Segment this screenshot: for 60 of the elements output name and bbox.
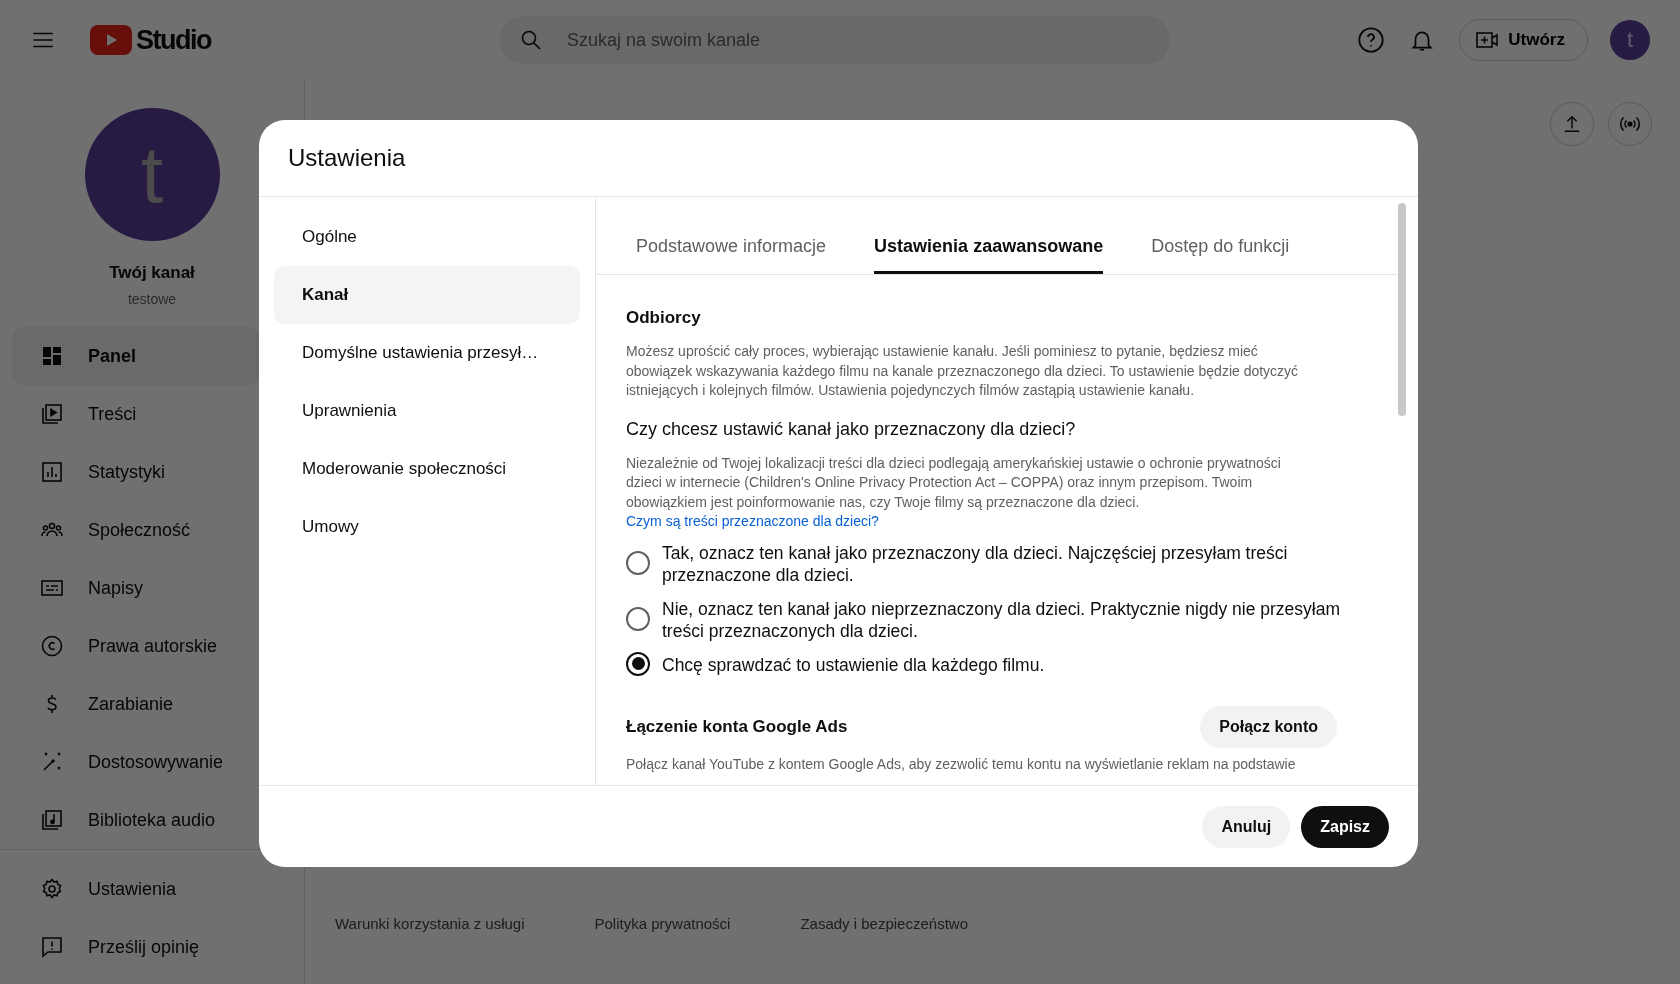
search-icon [519, 28, 543, 52]
tab[interactable]: Podstawowe informacje [636, 235, 827, 274]
feedback-icon [40, 935, 64, 959]
settings-nav-item[interactable]: Moderowanie społeczności [274, 440, 580, 498]
sidebar-item[interactable]: Dostosowywanie [12, 733, 260, 791]
sidebar-item[interactable]: Prześlij opinię [12, 918, 260, 976]
radio-label: Chcę sprawdzać to ustawienie dla każdego filmu. [662, 653, 1046, 676]
sidebar-item[interactable]: Zarabianie [12, 675, 260, 733]
help-icon [1357, 26, 1386, 54]
upload-button[interactable] [1550, 102, 1594, 146]
radio-button[interactable] [626, 606, 650, 631]
copyright-icon [40, 634, 64, 658]
sidebar-item[interactable]: Napisy [12, 559, 260, 617]
radio-label: Tak, oznacz ten kanał jako przeznaczony dla dzieci. Najczęściej przesyłam treści przeznaczone dla dzieci. [662, 541, 1289, 586]
tab[interactable]: Dostęp do funkcji [1151, 235, 1290, 274]
legal-note: Niezależnie od Twojej lokalizacji treści dla dzieci podlegają amerykańskiej ustawie o ochronie prywatności dzieci w internecie (Children's Online Privacy Protection Act – COPPA) oraz innym przepisom. Twoim obowiązkiem jest poinformowanie nas, czy Twoje filmy są przeznaczone dla dzieci. Czym są treści przeznaczone dla dzieci? [626, 453, 1282, 531]
settings-nav-item[interactable]: Umowy [274, 498, 580, 556]
section-heading: Odbiorcy [626, 308, 702, 328]
settings-nav-item[interactable]: Uprawnienia [274, 382, 580, 440]
video-plus-icon [1474, 29, 1501, 51]
help-link[interactable]: Czym są treści przeznaczone dla dzieci? [626, 513, 879, 529]
sidebar-item[interactable]: Biblioteka audio [12, 791, 260, 849]
play-logo-icon [90, 25, 132, 55]
sidebar-item[interactable]: Panel [12, 327, 260, 385]
cancel-button[interactable]: Anuluj [1202, 805, 1291, 848]
avatar[interactable]: t [1610, 20, 1650, 60]
footer-link[interactable]: Zasady i bezpieczeństwo [800, 915, 968, 932]
dialog-title: Ustawienia [288, 144, 406, 172]
search-field[interactable]: Szukaj na swoim kanale [499, 16, 1170, 64]
sidebar-item[interactable]: Treści [12, 385, 260, 443]
dashboard-icon [40, 344, 64, 368]
connect-account-button[interactable]: Połącz konto [1200, 705, 1337, 748]
settings-icon [40, 877, 64, 901]
save-button[interactable]: Zapisz [1301, 805, 1389, 848]
settings-nav-item[interactable]: Kanał [274, 266, 580, 324]
question-text: Czy chcesz ustawić kanał jako przeznaczony dla dzieci? [626, 418, 1077, 440]
channel-name: Twój kanał [108, 263, 196, 283]
settings-nav-item[interactable]: Ogólne [274, 208, 580, 266]
music-library-icon [40, 808, 64, 832]
radio-label: Nie, oznacz ten kanał jako nieprzeznaczony dla dzieci. Praktycznie nigdy nie przesyłam treści przeznaczonych dla dzieci. [662, 597, 1341, 642]
radio-button[interactable] [626, 550, 650, 575]
section-description: Możesz uprościć cały proces, wybierając ustawienie kanału. Jeśli pominiesz to pytanie, będziesz mieć obowiązek wskazywania każdego filmu na kanale przeznaczonego dla dzieci. To ustawienie będzie dotyczyć istniejących i kolejnych filmów. Ustawienia pojedynczych filmów zastąpią ustawienie kanału. [626, 342, 1300, 400]
bar-chart-icon [40, 460, 64, 484]
studio-logo-text: Studio [136, 24, 211, 56]
footer-link[interactable]: Warunki korzystania z usługi [335, 915, 525, 932]
settings-nav-item[interactable]: Domyślne ustawienia przesył… [274, 324, 580, 382]
sidebar-item[interactable]: Społeczność [12, 501, 260, 559]
section-heading: Łączenie konta Google Ads [626, 716, 848, 737]
radio-button[interactable] [626, 651, 650, 676]
scrollbar[interactable] [1398, 203, 1406, 416]
section-description: Połącz kanał YouTube z kontem Google Ads, aby zezwolić temu kontu na wyświetlanie reklam na podstawie [626, 755, 1297, 772]
tab[interactable]: Ustawienia zaawansowane [874, 235, 1104, 274]
sidebar-item[interactable]: Statystyki [12, 443, 260, 501]
live-button[interactable] [1608, 102, 1652, 146]
channel-handle: testowe [126, 291, 178, 307]
create-button[interactable]: Utwórz [1459, 19, 1588, 61]
sidebar-item[interactable]: Prawa autorskie [12, 617, 260, 675]
footer-link[interactable]: Polityka prywatności [594, 915, 731, 932]
sidebar-item[interactable]: Ustawienia [12, 860, 260, 918]
video-library-icon [40, 402, 64, 426]
